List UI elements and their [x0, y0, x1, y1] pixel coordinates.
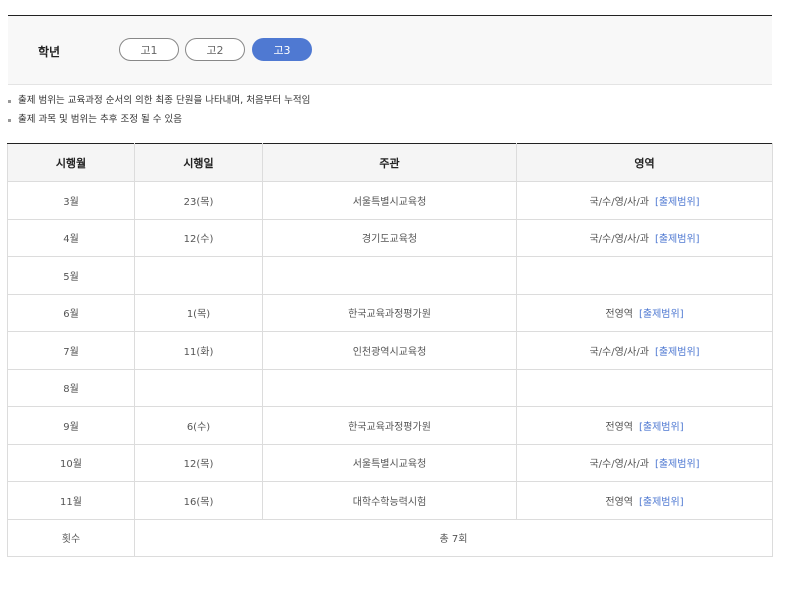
- total-label: 횟수: [7, 518, 135, 557]
- cell-date: 1(목): [134, 293, 263, 332]
- table-body: 3월 23(목) 서울특별시교육청 국/수/영/사/과 [출제범위] 4월 12(수) 경기도…: [7, 181, 773, 520]
- table-row: 6월 1(목) 한국교육과정평가원 전영역 [출제범위]: [7, 293, 773, 332]
- exam-range-link[interactable]: [출제범위]: [639, 422, 684, 433]
- area-text: 전영역: [605, 309, 633, 321]
- cell-area: 국/수/영/사/과 [출제범위]: [516, 331, 773, 370]
- table-row: 7월 11(화) 인천광역시교육청 국/수/영/사/과 [출제범위]: [7, 331, 773, 370]
- exam-range-link[interactable]: [출제범위]: [639, 309, 684, 320]
- cell-area: [516, 368, 773, 407]
- area-text: 국/수/영/사/과: [589, 459, 649, 471]
- cell-month: 6월: [7, 293, 135, 332]
- cell-area: 전영역 [출제범위]: [516, 293, 773, 332]
- cell-date: 6(수): [134, 406, 263, 445]
- exam-schedule-table: 시행월 시행일 주관 영역 3월 23(목) 서울특별시교육청 국/수/영/사/과 [출…: [7, 143, 773, 557]
- cell-month: 4월: [7, 218, 135, 257]
- cell-date: [134, 256, 263, 295]
- cell-month: 5월: [7, 256, 135, 295]
- grade-option-3[interactable]: 고3: [252, 38, 312, 61]
- grade-option-2[interactable]: 고2: [185, 38, 245, 61]
- table-row: 9월 6(수) 한국교육과정평가원 전영역 [출제범위]: [7, 406, 773, 445]
- cell-area: 전영역 [출제범위]: [516, 406, 773, 445]
- table-row: 10월 12(목) 서울특별시교육청 국/수/영/사/과 [출제범위]: [7, 443, 773, 482]
- exam-range-link[interactable]: [출제범위]: [655, 459, 700, 470]
- note-item: 출제 과목 및 범위는 추후 조정 될 수 있음: [8, 113, 310, 132]
- table-row: 11월 16(목) 대학수학능력시험 전영역 [출제범위]: [7, 481, 773, 520]
- cell-month: 10월: [7, 443, 135, 482]
- cell-area: [516, 256, 773, 295]
- header-area: 영역: [516, 143, 773, 182]
- cell-month: 8월: [7, 368, 135, 407]
- cell-organizer: [262, 256, 517, 295]
- cell-date: 12(수): [134, 218, 263, 257]
- total-value: 총 7회: [134, 518, 773, 557]
- cell-month: 7월: [7, 331, 135, 370]
- cell-organizer: [262, 368, 517, 407]
- cell-area: 국/수/영/사/과 [출제범위]: [516, 181, 773, 220]
- area-text: 국/수/영/사/과: [589, 196, 649, 208]
- cell-date: 12(목): [134, 443, 263, 482]
- area-text: 국/수/영/사/과: [589, 234, 649, 246]
- cell-organizer: 한국교육과정평가원: [262, 406, 517, 445]
- table-row: 4월 12(수) 경기도교육청 국/수/영/사/과 [출제범위]: [7, 218, 773, 257]
- header-date: 시행일: [134, 143, 263, 182]
- cell-organizer: 경기도교육청: [262, 218, 517, 257]
- cell-organizer: 인천광역시교육청: [262, 331, 517, 370]
- grade-option-1[interactable]: 고1: [119, 38, 179, 61]
- exam-range-link[interactable]: [출제범위]: [639, 497, 684, 508]
- table-row: 8월: [7, 368, 773, 407]
- cell-date: 11(화): [134, 331, 263, 370]
- cell-month: 9월: [7, 406, 135, 445]
- cell-area: 국/수/영/사/과 [출제범위]: [516, 443, 773, 482]
- cell-area: 전영역 [출제범위]: [516, 481, 773, 520]
- area-text: 전영역: [605, 496, 633, 508]
- grade-label: 학년: [38, 45, 61, 59]
- area-text: 전영역: [605, 421, 633, 433]
- cell-organizer: 서울특별시교육청: [262, 181, 517, 220]
- table-row: 3월 23(목) 서울특별시교육청 국/수/영/사/과 [출제범위]: [7, 181, 773, 220]
- cell-organizer: 한국교육과정평가원: [262, 293, 517, 332]
- exam-range-link[interactable]: [출제범위]: [655, 234, 700, 245]
- cell-month: 3월: [7, 181, 135, 220]
- cell-date: 16(목): [134, 481, 263, 520]
- exam-range-link[interactable]: [출제범위]: [655, 197, 700, 208]
- area-text: 국/수/영/사/과: [589, 346, 649, 358]
- cell-organizer: 서울특별시교육청: [262, 443, 517, 482]
- exam-range-link[interactable]: [출제범위]: [655, 347, 700, 358]
- cell-month: 11월: [7, 481, 135, 520]
- table-header-row: 시행월 시행일 주관 영역: [7, 143, 773, 182]
- total-row: 횟수 총 7회: [7, 518, 773, 557]
- note-item: 출제 범위는 교육과정 순서의 의한 최종 단원을 나타내며, 처음부터 누적임: [8, 94, 310, 113]
- cell-organizer: 대학수학능력시험: [262, 481, 517, 520]
- grade-selector-panel: 학년 고1 고2 고3: [8, 15, 772, 85]
- header-month: 시행월: [7, 143, 135, 182]
- cell-date: 23(목): [134, 181, 263, 220]
- table-row: 5월: [7, 256, 773, 295]
- notes-list: 출제 범위는 교육과정 순서의 의한 최종 단원을 나타내며, 처음부터 누적임…: [8, 94, 310, 132]
- cell-date: [134, 368, 263, 407]
- cell-area: 국/수/영/사/과 [출제범위]: [516, 218, 773, 257]
- header-organizer: 주관: [262, 143, 517, 182]
